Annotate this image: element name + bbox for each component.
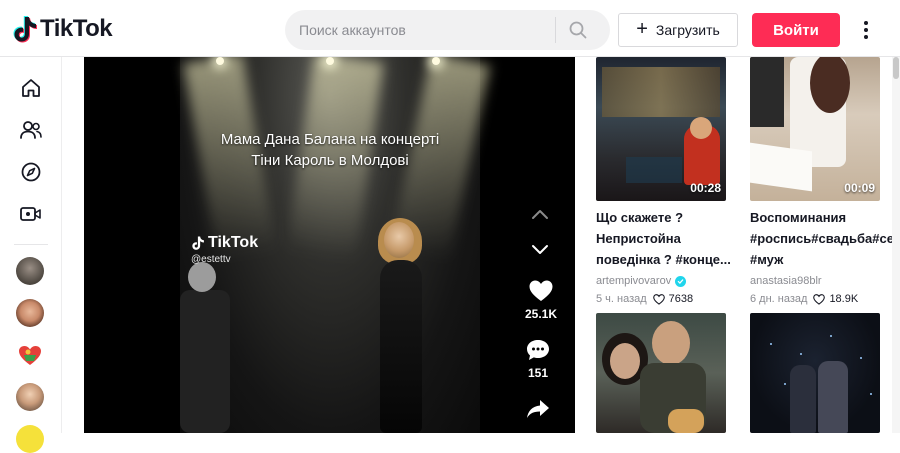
explore-icon [21, 162, 41, 182]
musician-figure [180, 262, 235, 433]
video-thumbnail[interactable] [750, 313, 880, 433]
upload-label: Загрузить [655, 22, 720, 38]
thumbnail-person [750, 57, 784, 127]
video-author[interactable]: artempivovarov [596, 275, 726, 287]
caption-line: Мама Дана Балана на концерті [220, 131, 440, 148]
chevron-up-icon [532, 210, 548, 219]
video-thumbnail[interactable]: 00:28 [596, 57, 726, 201]
like-stat: 7638 [652, 293, 694, 305]
chevron-down-icon [532, 245, 548, 254]
thumbnail-person [652, 321, 690, 365]
avatar[interactable] [16, 425, 44, 453]
stage-light [432, 57, 440, 65]
thumbnail-person [790, 365, 816, 433]
video-title[interactable]: Воспоминания #роспись#свадьба#семья #муж [750, 207, 900, 270]
video-thumbnail[interactable]: 00:09 [750, 57, 880, 201]
tiktok-logo-icon [192, 236, 204, 250]
scrollbar[interactable] [892, 57, 900, 433]
top-bar: TikTok + Загрузить Войти [0, 0, 900, 57]
video-player[interactable]: Мама Дана Балана на концерті Тіни Кароль… [84, 57, 575, 433]
thumbnail-person [818, 361, 848, 433]
sidebar-divider [14, 244, 48, 245]
like-stat: 18.9K [813, 293, 858, 305]
stage-light [216, 57, 224, 65]
sidebar [0, 57, 62, 453]
comment-count: 151 [527, 366, 549, 380]
avatar[interactable] [16, 383, 44, 411]
heart-icon [529, 280, 553, 301]
singer-figure [366, 218, 436, 433]
tiktok-logo-icon [13, 16, 37, 43]
search-input[interactable] [285, 10, 555, 50]
comment-button[interactable]: 151 [525, 338, 551, 380]
video-card[interactable] [750, 313, 880, 433]
thumbnail-document [750, 142, 812, 192]
caption-line: Тіни Кароль в Молдові [251, 152, 409, 169]
tiktok-watermark: TikTok @estettv [191, 234, 258, 265]
like-count: 7638 [668, 293, 694, 305]
share-button[interactable] [525, 398, 551, 420]
video-duration: 00:09 [844, 181, 875, 195]
author-name: anastasia98blr [750, 275, 822, 287]
video-card[interactable]: 00:09 Воспоминания #роспись#свадьба#семь… [750, 57, 900, 305]
more-options-icon[interactable] [856, 16, 876, 44]
sidebar-item-explore[interactable] [16, 157, 46, 187]
video-caption: Мама Дана Балана на концерті Тіни Кароль… [180, 129, 480, 171]
verified-badge-icon [675, 275, 687, 287]
search-bar [285, 10, 610, 50]
next-video-button[interactable] [525, 239, 555, 259]
video-title[interactable]: Що скажете ? Непристойна поведінка ? #ко… [596, 207, 731, 270]
thumbnail-person [610, 343, 640, 379]
heart-outline-icon [652, 293, 665, 305]
author-name: artempivovarov [596, 275, 672, 287]
watermark-logo-text: TikTok [208, 234, 259, 251]
search-button[interactable] [556, 10, 600, 50]
previous-video-button[interactable] [525, 205, 555, 225]
video-thumbnail[interactable] [596, 313, 726, 433]
thumbnail-lights [770, 343, 772, 345]
thumbnail-dog [668, 409, 704, 433]
login-button[interactable]: Войти [752, 13, 840, 47]
like-button[interactable]: 25.1K [525, 279, 557, 321]
stage-light [326, 57, 334, 65]
video-meta: 6 дн. назад 18.9K [750, 293, 880, 305]
video-duration: 00:28 [690, 181, 721, 195]
heart-outline-icon [813, 293, 826, 305]
sidebar-item-live[interactable] [16, 199, 46, 229]
live-icon [20, 207, 41, 221]
post-time: 6 дн. назад [750, 293, 808, 305]
comment-icon [527, 340, 549, 360]
tiktok-logo[interactable]: TikTok [12, 14, 113, 44]
scrollbar-thumb[interactable] [893, 57, 899, 79]
like-count: 25.1K [525, 307, 558, 321]
following-icon [20, 121, 42, 139]
home-icon [22, 79, 40, 97]
avatar[interactable] [16, 257, 44, 285]
sidebar-item-following[interactable] [16, 115, 46, 145]
video-card[interactable] [596, 313, 726, 433]
share-icon [527, 400, 549, 418]
search-icon [569, 21, 587, 39]
heart-logo-icon [19, 346, 41, 365]
plus-icon: + [636, 18, 648, 40]
avatar[interactable] [16, 341, 44, 369]
video-author[interactable]: anastasia98blr [750, 275, 880, 287]
logo-wordmark: TikTok [40, 15, 113, 42]
thumbnail-overlay-text [626, 157, 682, 183]
video-meta: 5 ч. назад 7638 [596, 293, 726, 305]
thumbnail-scene [602, 67, 720, 117]
like-count: 18.9K [829, 293, 859, 305]
post-time: 5 ч. назад [596, 293, 647, 305]
sidebar-item-home[interactable] [16, 73, 46, 103]
thumbnail-person [690, 117, 712, 139]
avatar[interactable] [16, 299, 44, 327]
watermark-handle: @estettv [191, 254, 231, 265]
upload-button[interactable]: + Загрузить [618, 13, 738, 47]
video-card[interactable]: 00:28 Що скажете ? Непристойна поведінка… [596, 57, 731, 305]
